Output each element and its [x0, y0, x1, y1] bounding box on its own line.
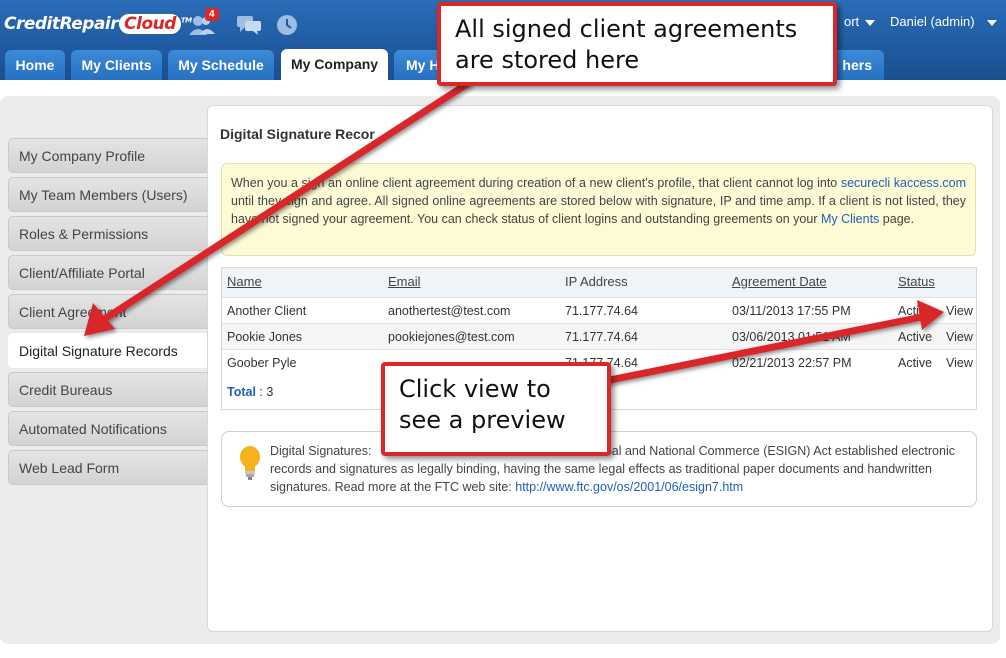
- annotation-arrows: [84, 79, 944, 386]
- arrow-to-view-link: [599, 300, 944, 386]
- callout-bottom: Click view to see a preview: [381, 362, 611, 456]
- callout-top: All signed client agreements are stored …: [437, 2, 837, 86]
- arrow-to-sidebar: [84, 79, 472, 336]
